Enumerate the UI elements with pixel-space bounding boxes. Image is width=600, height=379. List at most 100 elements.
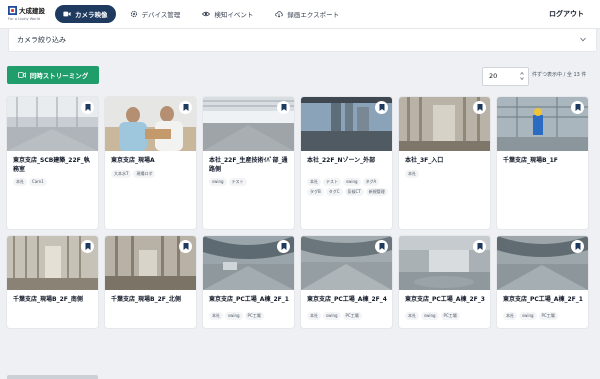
camera-tags: 本社 swing PC工場 (209, 312, 291, 320)
camera-title: 東京支店_現場A (111, 157, 155, 164)
logo-mark-icon (8, 6, 17, 15)
camera-card-tokyo-pc-factory-a-2f-1b[interactable]: 東京支店_PC工場_A棟_2F_1 本社 swing PC工場 (497, 236, 588, 328)
camera-title: 東京支店_PC工場_A棟_2F_4 (307, 296, 387, 303)
tag-chip: 本社 (405, 312, 419, 320)
tag-chip: swing (209, 178, 227, 186)
tag-chip: swing (343, 178, 361, 186)
brand-logo[interactable]: 大成建設 For a Lively World (8, 4, 52, 24)
camera-tags: 本社 Cam1 (13, 178, 95, 186)
tag-chip: タグB (307, 188, 324, 196)
camera-filter-panel[interactable]: カメラ絞り込み (8, 28, 597, 52)
tag-chip: Cam1 (29, 178, 47, 186)
tag-chip: 本社 (405, 170, 419, 178)
tag-chip: 現場ロボ (133, 170, 156, 178)
camera-title: 東京支店_PC工場_A棟_2F_1 (503, 296, 583, 303)
bookmark-icon[interactable] (81, 240, 94, 253)
tag-chip: 本社 (13, 178, 27, 186)
tag-chip: 気候CT (344, 188, 364, 196)
per-page-select[interactable]: 20 (482, 67, 529, 86)
tag-chip: テスト (323, 178, 341, 186)
camera-title: 本社_22F_生産技術ｲﾊﾞ部_通路側 (209, 157, 288, 173)
logout-button[interactable]: ログアウト (549, 9, 584, 19)
camera-card-chiba-site-b-2f-north[interactable]: 千葉支店_現場B_2F_北側 (105, 236, 196, 328)
pagination-summary: 件ずつ表示中 / 全 13 件 (532, 72, 587, 78)
camera-card-chiba-site-b-2f-south[interactable]: 千葉支店_現場B_2F_南側 (7, 236, 98, 328)
simultaneous-streaming-button[interactable]: 同時ストリーミング (7, 66, 99, 84)
tag-chip: swing (421, 312, 439, 320)
bookmark-icon[interactable] (375, 101, 388, 114)
bookmark-icon[interactable] (375, 240, 388, 253)
bookmark-icon[interactable] (473, 240, 486, 253)
camera-card-tokyo-scb-22f-office[interactable]: 東京支店_SCB建築_22F_執務室本社 Cam1 (7, 97, 98, 229)
nav-item-label: カメラ映像 (75, 11, 108, 19)
camera-card-honsha-3f-entrance[interactable]: 本社_3F_入口 本社 (399, 97, 490, 229)
nav-item-device-management[interactable]: デバイス管理 (122, 5, 189, 23)
tag-chip: PC工場 (440, 312, 460, 320)
bookmark-icon[interactable] (571, 240, 584, 253)
per-page-value: 20 (489, 72, 498, 80)
tag-chip: テスト (228, 178, 247, 186)
camera-tags: swing テスト (209, 178, 291, 186)
tag-chip: PC工場 (244, 312, 264, 320)
camera-card-tokyo-pc-factory-a-2f-4[interactable]: 東京支店_PC工場_A棟_2F_4 本社 swing PC工場 (301, 236, 392, 328)
tag-chip: PC工場 (342, 312, 362, 320)
nav-item-detection-events[interactable]: 検知イベント (194, 5, 261, 23)
camera-tags: 本社 swing PC工場 (405, 312, 487, 320)
cloud-download-icon (275, 11, 284, 18)
camera-card-tokyo-site-a[interactable]: 東京支店_現場A 大本水T 現場ロボ (105, 97, 196, 229)
tag-chip: タグA (362, 178, 380, 186)
camera-tags: 大本水T 現場ロボ (111, 170, 193, 178)
tag-chip: 大本水T (111, 170, 132, 178)
tag-chip: swing (323, 312, 341, 320)
camera-title: 本社_3F_入口 (405, 157, 444, 164)
nav-item-camera-video[interactable]: カメラ映像 (55, 5, 116, 23)
tag-chip: 本社 (209, 312, 223, 320)
tag-chip: 新規管理 (365, 188, 388, 196)
bookmark-icon[interactable] (277, 101, 290, 114)
bookmark-icon[interactable] (277, 240, 290, 253)
camera-card-tokyo-pc-factory-a-2f-3[interactable]: 東京支店_PC工場_A棟_2F_3 本社 swing PC工場 (399, 236, 490, 328)
eye-icon (202, 11, 211, 17)
next-row-card-edge (7, 375, 98, 379)
nav-item-label: 検知イベント (214, 11, 254, 19)
camera-filter-label: カメラ絞り込み (17, 36, 66, 44)
tag-chip: swing (519, 312, 537, 320)
brand-tagline: For a Lively World (8, 17, 41, 21)
camera-tags: 本社 テスト swing タグA タグB タグC 気候CT 新規管理 (307, 178, 389, 196)
camera-title: 千葉支店_現場B_2F_南側 (13, 296, 83, 303)
bookmark-icon[interactable] (473, 101, 486, 114)
stream-button-label: 同時ストリーミング (29, 72, 89, 80)
tag-chip: タグC (325, 188, 343, 196)
camera-title: 本社_22F_Nゾーン_外部 (307, 157, 376, 164)
nav-item-label: デバイス管理 (141, 11, 181, 19)
bookmark-icon[interactable] (571, 101, 584, 114)
camera-title: 東京支店_PC工場_A棟_2F_3 (405, 296, 485, 303)
nav-item-label: 録画エクスポート (287, 11, 340, 19)
tag-chip: PC工場 (538, 312, 558, 320)
video-icon (63, 11, 71, 17)
bookmark-icon[interactable] (81, 101, 94, 114)
camera-card-chiba-site-b-1f[interactable]: 千葉支店_現場B_1F (497, 97, 588, 229)
camera-tags: 本社 (405, 170, 487, 178)
gear-icon (130, 10, 137, 18)
camera-tags: 本社 swing PC工場 (503, 312, 585, 320)
camera-card-honsha-22f-n-zone-exterior[interactable]: 本社_22F_Nゾーン_外部 本社 テスト swing タグA タグB タグC 気候CT 新規管… (301, 97, 392, 229)
camera-title: 千葉支店_現場B_1F (503, 157, 558, 164)
select-arrows-icon (520, 71, 524, 81)
camera-title: 東京支店_SCB建築_22F_執務室 (13, 157, 90, 173)
tag-chip: 本社 (307, 178, 321, 186)
nav-item-recording-export[interactable]: 録画エクスポート (267, 5, 347, 23)
bookmark-icon[interactable] (179, 240, 192, 253)
chevron-down-icon[interactable] (580, 37, 586, 42)
camera-card-tokyo-pc-factory-a-2f-1[interactable]: 東京支店_PC工場_A棟_2F_1 本社 swing PC工場 (203, 236, 294, 328)
tag-chip: 本社 (307, 312, 321, 320)
top-nav-bar: 大成建設 For a Lively World カメラ映像 デバイス管理 検知イ… (0, 0, 600, 29)
video-icon (17, 72, 26, 78)
main-nav: カメラ映像 デバイス管理 検知イベント 録画エクスポート (55, 5, 347, 23)
camera-card-honsha-22f-production-aisle[interactable]: 本社_22F_生産技術ｲﾊﾞ部_通路側 swing テスト (203, 97, 294, 229)
brand-name: 大成建設 (19, 7, 45, 15)
camera-tags: 本社 swing PC工場 (307, 312, 389, 320)
camera-title: 東京支店_PC工場_A棟_2F_1 (209, 296, 289, 303)
bookmark-icon[interactable] (179, 101, 192, 114)
tag-chip: 本社 (503, 312, 517, 320)
